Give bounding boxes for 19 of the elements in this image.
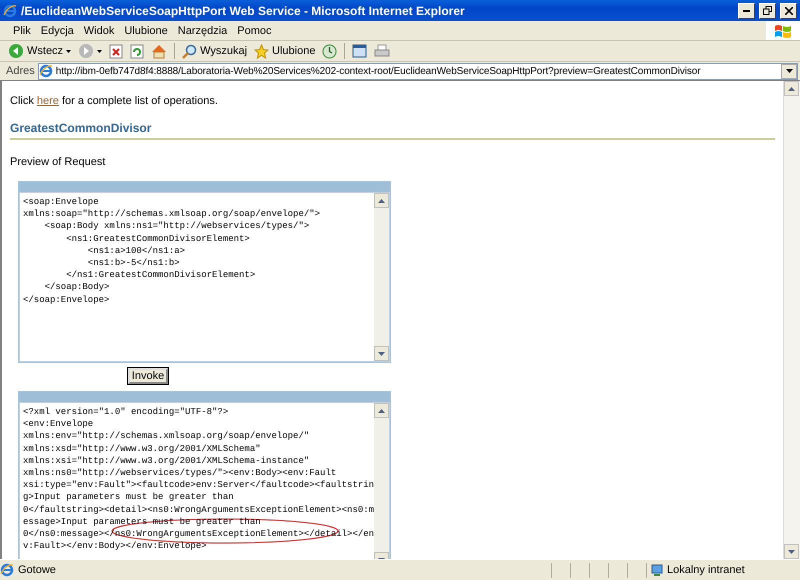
- favorites-button[interactable]: Ulubione: [252, 42, 318, 60]
- back-button[interactable]: Wstecz: [6, 42, 74, 60]
- address-label: Adres: [6, 65, 35, 77]
- status-text: Gotowe: [18, 564, 57, 576]
- intro-text: Click here for a complete list of operations.: [10, 95, 219, 107]
- preview-label: Preview of Request: [10, 156, 106, 168]
- zone-text: Lokalny intranet: [667, 564, 745, 576]
- window-title: /EuclideanWebServiceSoapHttpPort Web Service - Microsoft Internet Explorer: [21, 4, 466, 18]
- menu-item[interactable]: Plik: [8, 24, 36, 36]
- search-button[interactable]: Wyszukaj: [180, 42, 250, 60]
- operation-heading: GreatestCommonDivisor: [10, 121, 775, 140]
- menu-item[interactable]: Widok: [78, 24, 120, 36]
- invoke-button[interactable]: Invoke: [128, 368, 168, 384]
- here-link[interactable]: here: [36, 95, 59, 107]
- menu-item[interactable]: Narzędzia: [172, 24, 232, 36]
- menu-item[interactable]: Pomoc: [232, 24, 277, 36]
- address-field[interactable]: http://ibm-0efb747d8f4:8888/Laboratoria-Web%20Services%202-context-root/EuclideanWebServiceSoapHttpPort?preview=GreatestCommonDivisor: [38, 62, 798, 80]
- menu-item[interactable]: Ulubione: [119, 24, 173, 36]
- menu-item[interactable]: Edycja: [36, 24, 79, 36]
